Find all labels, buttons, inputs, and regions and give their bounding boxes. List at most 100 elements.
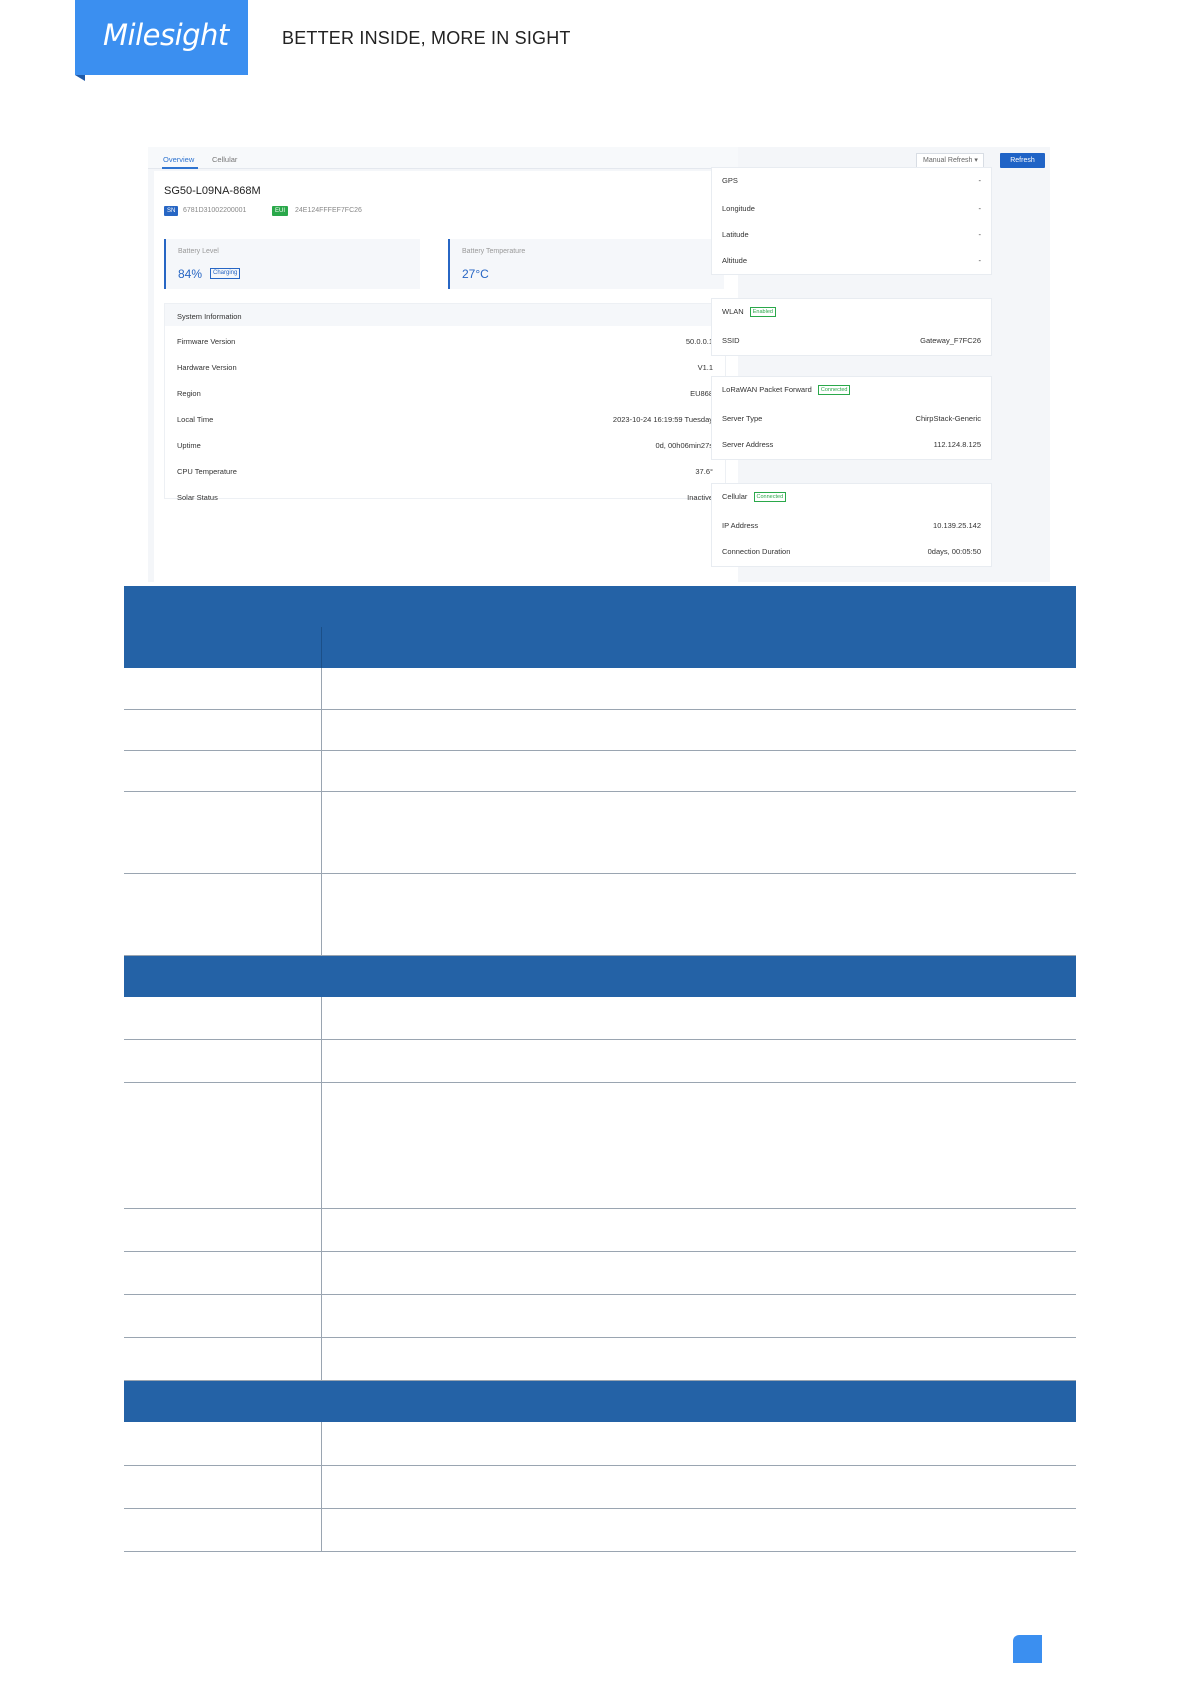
table-row [124, 1295, 1076, 1338]
column-divider [321, 1209, 322, 1251]
tab-overview[interactable]: Overview [163, 155, 194, 164]
refresh-mode-value: Manual Refresh [923, 157, 973, 164]
lorawan-value: ChirpStack-Generic [915, 414, 981, 423]
battery-temperature-value: 27°C [462, 267, 489, 281]
column-divider [321, 1466, 322, 1508]
column-divider [321, 1422, 322, 1465]
sysinfo-value: 2023-10-24 16:19:59 Tuesday [612, 415, 713, 424]
battery-level-value: 84% [178, 267, 203, 281]
table-section-header [124, 956, 1076, 997]
charging-badge: Charging [210, 268, 241, 279]
column-divider [321, 627, 322, 668]
eui-value: 24E124FFFEF7FC26 [295, 207, 362, 214]
cellular-value: 10.139.25.142 [933, 521, 981, 530]
gps-key: Longitude [722, 204, 755, 213]
table-row [124, 668, 1076, 710]
lorawan-key: Server Type [722, 414, 763, 423]
tab-bar: Overview Cellular [148, 147, 738, 169]
sysinfo-key: Firmware Version [177, 337, 236, 346]
column-divider [321, 1338, 322, 1380]
table-row [124, 792, 1076, 874]
column-divider [321, 1040, 322, 1082]
lorawan-packet-forward-card: LoRaWAN Packet Forward Connected Server … [711, 376, 992, 460]
cellular-key: Connection Duration [722, 547, 791, 556]
battery-level-card: Battery Level 84% Charging [164, 239, 420, 289]
table-row [124, 997, 1076, 1040]
sysinfo-key: Solar Status [177, 493, 218, 502]
wlan-value: Gateway_F7FC26 [920, 336, 981, 345]
sysinfo-value: V1.1 [697, 363, 713, 372]
system-information-header: System Information [165, 304, 725, 326]
gateway-overview-screenshot: Overview Cellular Manual Refresh ▾ Refre… [148, 147, 1050, 582]
gps-value: - [978, 230, 982, 239]
chevron-down-icon: ▾ [974, 157, 978, 164]
refresh-button[interactable]: Refresh [1000, 153, 1045, 168]
battery-level-label: Battery Level [178, 248, 219, 255]
wlan-status-badge: Enabled [749, 307, 776, 318]
column-divider [321, 1252, 322, 1294]
table-row [124, 1338, 1076, 1381]
wlan-title-text: WLAN [722, 307, 744, 316]
tagline: BETTER INSIDE, MORE IN SIGHT [282, 28, 571, 48]
eui-tag: EUI [272, 206, 289, 216]
sysinfo-value: 50.0.0.1 [685, 337, 713, 346]
column-divider [321, 1083, 322, 1208]
lorawan-value: 112.124.8.125 [933, 440, 981, 449]
table-row [124, 1422, 1076, 1466]
sn-value: 6781D31002200001 [183, 207, 247, 214]
wlan-card: WLAN Enabled SSID Gateway_F7FC26 [711, 298, 992, 356]
lorawan-title: LoRaWAN Packet Forward Connected [722, 385, 851, 396]
refresh-mode-select[interactable]: Manual Refresh ▾ [916, 153, 984, 168]
table-row [124, 751, 1076, 792]
gps-value: - [978, 256, 982, 265]
sn-tag: SN [164, 206, 179, 216]
table-section-header [124, 586, 1076, 627]
wlan-title: WLAN Enabled [722, 307, 776, 318]
column-divider [321, 874, 322, 955]
cellular-title-text: Cellular [722, 492, 748, 501]
battery-temperature-card: Battery Temperature 27°C [448, 239, 724, 289]
gps-status: - [978, 176, 982, 185]
gps-card: GPS - Longitude - Latitude - Altitude - [711, 167, 992, 275]
table-row [124, 1083, 1076, 1209]
table-row [124, 1040, 1076, 1083]
table-row [124, 1466, 1076, 1509]
table-section-header [124, 1381, 1076, 1422]
lorawan-title-text: LoRaWAN Packet Forward [722, 385, 812, 394]
table-row [124, 1509, 1076, 1552]
column-divider [321, 1295, 322, 1337]
column-divider [321, 792, 322, 873]
column-divider [321, 1509, 322, 1551]
column-divider [321, 710, 322, 750]
gps-key: Altitude [722, 256, 748, 265]
milesight-logo: Milesight [75, 0, 248, 81]
tab-cellular[interactable]: Cellular [212, 155, 237, 164]
logo-fold-decoration [75, 75, 85, 81]
sysinfo-key: Uptime [177, 441, 201, 450]
cellular-card: Cellular Connected IP Address 10.139.25.… [711, 483, 992, 567]
sysinfo-key: Region [177, 389, 201, 398]
table-column-header [124, 627, 1076, 668]
table-row [124, 1252, 1076, 1295]
page-number-badge [1013, 1635, 1042, 1663]
wlan-key: SSID [722, 336, 740, 345]
lorawan-status-badge: Connected [817, 385, 851, 396]
table-row [124, 874, 1076, 956]
sysinfo-key: CPU Temperature [177, 467, 237, 476]
active-tab-indicator [162, 167, 198, 169]
cellular-status-badge: Connected [753, 492, 787, 503]
logo-text: Milesight [103, 18, 229, 52]
sysinfo-key: Hardware Version [177, 363, 237, 372]
sysinfo-value: 37.6° [695, 467, 713, 476]
table-row [124, 710, 1076, 751]
sysinfo-value: 0d, 00h06min27s [655, 441, 713, 450]
column-divider [321, 751, 322, 791]
device-name: SG50-L09NA-868M [164, 185, 261, 197]
sysinfo-value: Inactive [687, 493, 713, 502]
battery-temperature-label: Battery Temperature [462, 248, 526, 255]
cellular-title: Cellular Connected [722, 492, 787, 503]
sysinfo-key: Local Time [177, 415, 214, 424]
cellular-key: IP Address [722, 521, 759, 530]
table-row [124, 1209, 1076, 1252]
column-divider [321, 997, 322, 1039]
